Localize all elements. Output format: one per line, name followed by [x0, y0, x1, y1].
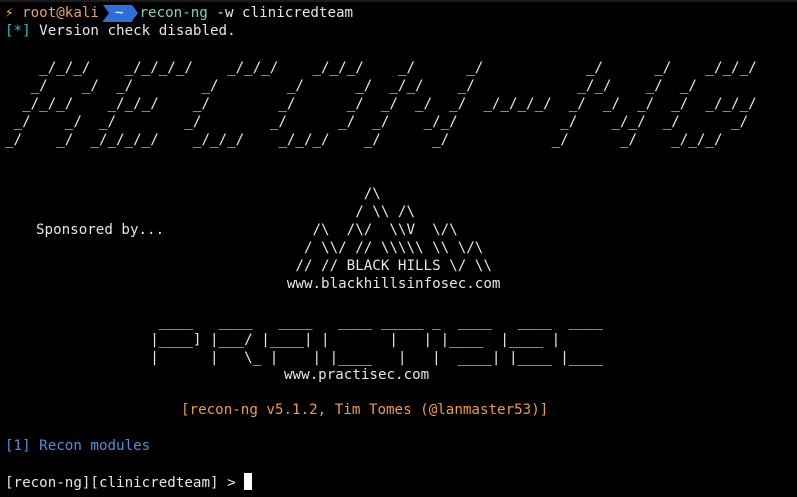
- logo-line-5: _/ _/ _/_/_/_/ _/_/_/ _/_/_/ _/ _/ _/ _/…: [5, 132, 723, 148]
- logo-line-1: _/_/_/ _/_/_/_/ _/_/_/ _/_/_/ _/ _/ _/ _…: [5, 60, 757, 76]
- sponsor-text: Sponsored by...: [36, 222, 165, 238]
- practisec-art-line-1: ____ ____ ____ ____ _____ _ ____ ____ __…: [5, 314, 603, 330]
- terminal-window[interactable]: ⚡ root@kali ~ recon-ng -w clinicredteam [*…: [0, 0, 797, 497]
- bh-url: www.blackhillsinfosec.com: [5, 276, 501, 292]
- practisec-art-line-2: |____] |___/ |____| | | | |____ |____ |: [5, 332, 561, 348]
- text-cursor[interactable]: [244, 473, 253, 490]
- practisec-url: www.practisec.com: [284, 367, 430, 383]
- status-line: [*] Version check disabled.: [5, 22, 236, 40]
- bh-art-line-5: // // BLACK HILLS \/ \\: [5, 258, 492, 274]
- user-host: root@kali: [22, 5, 99, 21]
- shell-prompt: [recon-ng][clinicredteam] >: [5, 475, 236, 491]
- command-args: -w clinicredteam: [216, 5, 354, 21]
- status-text: Version check disabled.: [39, 23, 236, 39]
- shell-prompt-line[interactable]: [recon-ng][clinicredteam] >: [5, 473, 253, 492]
- bh-art-line-4: / \\/ // \\\\\ \\ \/\: [5, 240, 484, 256]
- logo-line-4: _/ _/ _/ _/ _/ _/ _/ _/_/ _/ _/_/ _/ _/: [5, 114, 749, 130]
- logo-line-3: _/_/_/ _/_/_/ _/ _/ _/ _/ _/ _/ _/_/_/_/…: [5, 96, 757, 112]
- module-label: Recon modules: [39, 438, 151, 454]
- bh-art-line-1: /\: [5, 186, 381, 202]
- directory-chip: ~: [102, 4, 137, 22]
- module-count-line: [1] Recon modules: [5, 437, 150, 455]
- lightning-icon: ⚡: [5, 5, 14, 21]
- practisec-art-line-3: | | \_ | | |____ | | ____| |____ |____: [5, 350, 603, 366]
- zsh-prompt-line: ⚡ root@kali ~ recon-ng -w clinicredteam: [5, 4, 353, 22]
- module-count: [1]: [5, 438, 31, 454]
- status-marker: [*]: [5, 23, 31, 39]
- command-name: recon-ng: [139, 5, 208, 21]
- bh-art-line-2: / \\ /\: [5, 204, 415, 220]
- top-edge: [0, 0, 797, 2]
- version-line: [recon-ng v5.1.2, Tim Tomes (@lanmaster5…: [181, 402, 549, 418]
- logo-line-2: _/ _/ _/ _/ _/ _/ _/_/ _/ _/_/ _/ _/: [5, 78, 697, 94]
